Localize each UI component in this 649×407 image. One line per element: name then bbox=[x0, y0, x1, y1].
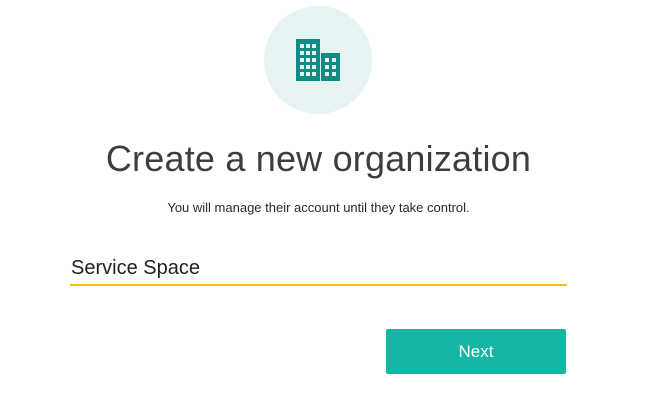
page-subtitle: You will manage their account until they… bbox=[167, 200, 470, 215]
page-title: Create a new organization bbox=[105, 138, 532, 179]
next-button[interactable]: Next bbox=[386, 329, 566, 374]
office-building-icon bbox=[293, 35, 343, 85]
organization-name-input[interactable] bbox=[70, 254, 567, 286]
organization-icon-badge bbox=[264, 6, 372, 114]
create-organization-page: Create a new organization You will manag… bbox=[0, 0, 649, 407]
organization-name-field bbox=[70, 254, 567, 286]
